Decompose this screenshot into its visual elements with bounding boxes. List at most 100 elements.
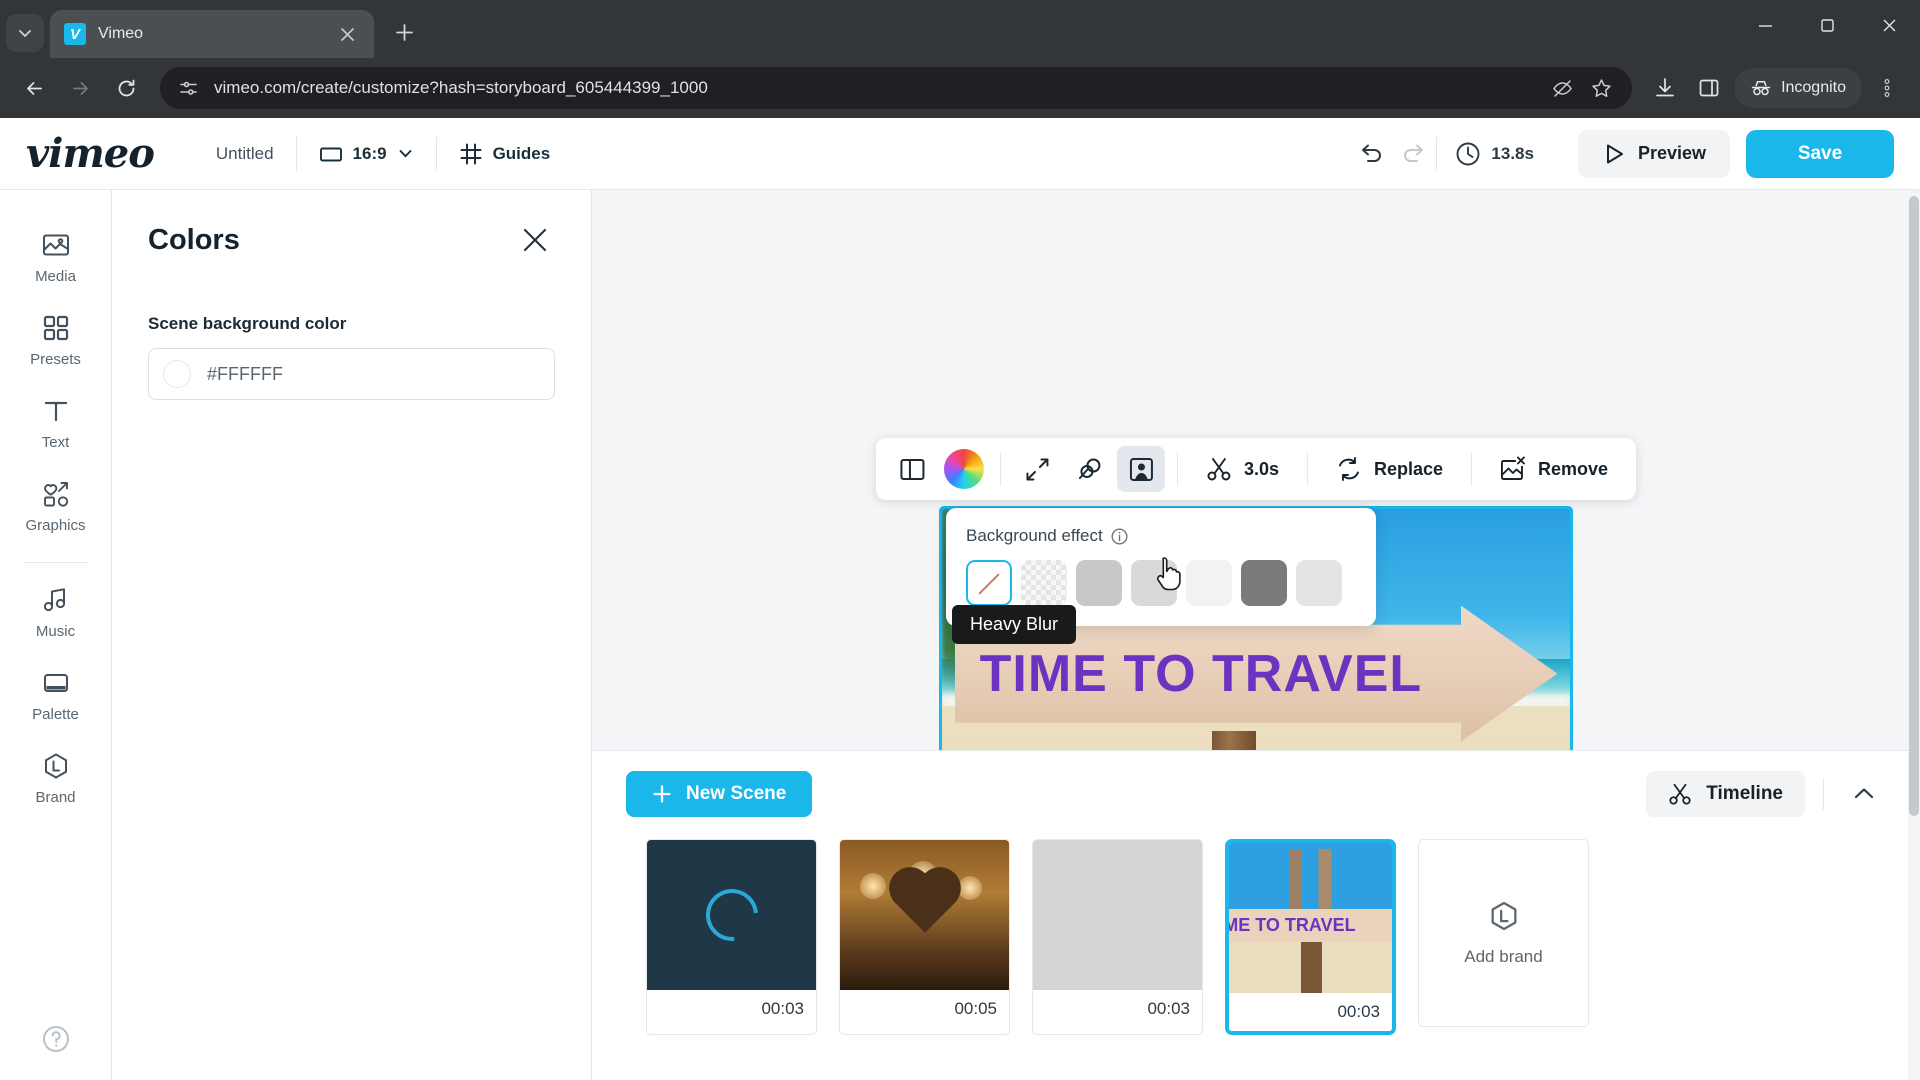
vimeo-logo[interactable]: vimeo: [26, 130, 155, 177]
sidebar-item-graphics[interactable]: Graphics: [0, 465, 111, 548]
mouse-cursor: [1155, 556, 1187, 599]
divider: [1471, 452, 1473, 486]
sidebar-item-music[interactable]: Music: [0, 571, 111, 654]
clock-icon: [1456, 142, 1480, 165]
sign-board: ME TO TRAVEL: [1229, 909, 1392, 942]
grid-icon: [43, 315, 68, 341]
add-brand-label: Add brand: [1464, 947, 1543, 966]
bg-swatch-light-gray[interactable]: [1296, 560, 1342, 606]
link-chain-icon[interactable]: [1065, 446, 1113, 492]
scene-thumbnail-2[interactable]: 00:05: [839, 839, 1010, 1035]
scene-thumbnail-4[interactable]: ME TO TRAVEL 00:03: [1225, 839, 1396, 1035]
remove-label: Remove: [1538, 458, 1609, 479]
help-button[interactable]: [0, 1024, 111, 1054]
timeline-button[interactable]: Timeline: [1646, 771, 1805, 817]
close-icon[interactable]: [515, 220, 555, 260]
browser-tab[interactable]: V Vimeo: [50, 10, 374, 58]
bg-swatch-light-blur[interactable]: [1076, 560, 1122, 606]
blank-thumbnail: [1033, 840, 1202, 990]
forward-icon[interactable]: [60, 68, 100, 108]
color-hex-value: #FFFFFF: [207, 363, 283, 384]
trim-button[interactable]: 3.0s: [1190, 446, 1295, 492]
address-bar[interactable]: vimeo.com/create/customize?hash=storyboa…: [160, 67, 1633, 109]
tab-strip: V Vimeo: [0, 0, 1920, 58]
background-effect-icon[interactable]: [1116, 446, 1165, 492]
image-icon: [42, 234, 69, 256]
music-note-icon: [43, 588, 65, 612]
page-scrollbar[interactable]: [1908, 190, 1920, 1080]
resize-diagonal-icon[interactable]: [1013, 446, 1061, 492]
new-scene-button[interactable]: New Scene: [626, 771, 813, 817]
panel-header: Colors: [148, 220, 555, 260]
timeline-label: Timeline: [1706, 783, 1783, 804]
tab-search-icon[interactable]: [6, 14, 44, 52]
concert-photo: [840, 840, 1009, 990]
incognito-indicator[interactable]: Incognito: [1734, 68, 1862, 108]
divider: [999, 452, 1001, 486]
site-settings-icon[interactable]: [174, 74, 202, 102]
guides-button[interactable]: Guides: [437, 133, 573, 175]
app-header: vimeo Untitled 16:9 Guides 13.8s Preview…: [0, 118, 1920, 190]
project-title[interactable]: Untitled: [194, 133, 296, 175]
bg-swatch-none[interactable]: [966, 560, 1012, 606]
duration-value: 13.8s: [1491, 143, 1534, 163]
browser-toolbar: vimeo.com/create/customize?hash=storyboa…: [0, 58, 1920, 118]
bg-swatch-white[interactable]: [1186, 560, 1232, 606]
save-button[interactable]: Save: [1746, 129, 1894, 178]
thumbnail-image: ME TO TRAVEL: [1229, 843, 1392, 993]
downloads-icon[interactable]: [1646, 69, 1684, 107]
bookmark-star-icon[interactable]: [1591, 78, 1612, 99]
sidebar-item-text[interactable]: Text: [0, 382, 111, 465]
info-circle-icon[interactable]: [1111, 527, 1128, 545]
scissors-icon: [1669, 783, 1691, 805]
preview-button[interactable]: Preview: [1577, 129, 1730, 178]
back-icon[interactable]: [14, 68, 54, 108]
sidebar-item-presets[interactable]: Presets: [0, 299, 111, 382]
sidebar-item-brand[interactable]: Brand: [0, 737, 111, 820]
scene-thumbnail-1[interactable]: 00:03: [646, 839, 817, 1035]
help-circle-icon: [42, 1026, 69, 1052]
scrollbar-thumb[interactable]: [1909, 196, 1919, 816]
window-close-icon[interactable]: [1858, 0, 1920, 50]
scene-duration: 00:03: [647, 990, 816, 1028]
color-wheel-icon[interactable]: [940, 446, 988, 492]
sidebar-item-label: Text: [41, 434, 70, 451]
scene-thumbnail-3[interactable]: 00:03: [1032, 839, 1203, 1035]
tab-close-icon[interactable]: [334, 21, 360, 47]
minimize-icon[interactable]: [1734, 0, 1796, 50]
new-tab-icon[interactable]: [384, 12, 424, 52]
collapse-timeline-button[interactable]: [1842, 772, 1886, 816]
bg-swatch-transparent[interactable]: [1021, 560, 1067, 606]
browser-window: V Vimeo vimeo.com/create/customize?hash=…: [0, 0, 1920, 1080]
bg-swatch-dark[interactable]: [1241, 560, 1287, 606]
scene-background-color-input[interactable]: #FFFFFF: [148, 348, 555, 400]
loading-state: [647, 840, 816, 990]
travel-photo: ME TO TRAVEL: [1229, 843, 1392, 993]
timeline-area: New Scene Timeline 00:03 00:05 00:03 ME …: [592, 750, 1920, 1080]
divider: [1823, 778, 1824, 810]
sidebar-item-media[interactable]: Media: [0, 216, 111, 299]
undo-button[interactable]: [1348, 132, 1392, 176]
tooltip: Heavy Blur: [952, 605, 1077, 644]
aspect-ratio-selector[interactable]: 16:9: [297, 133, 436, 175]
hide-password-icon[interactable]: [1552, 78, 1573, 99]
preview-label: Preview: [1637, 143, 1706, 163]
play-icon: [1606, 144, 1623, 163]
layout-split-icon[interactable]: [888, 446, 936, 492]
remove-button[interactable]: Remove: [1484, 446, 1624, 492]
preview-sign-text: TIME TO TRAVEL: [979, 644, 1423, 703]
panel-title: Colors: [148, 223, 240, 256]
three-dot-menu-icon[interactable]: [1868, 69, 1906, 107]
add-brand-card[interactable]: Add brand: [1418, 839, 1589, 1027]
scene-background-color-label: Scene background color: [148, 314, 347, 333]
side-panel-icon[interactable]: [1690, 69, 1728, 107]
redo-button[interactable]: [1392, 132, 1436, 176]
sidebar-item-palette[interactable]: Palette: [0, 654, 111, 737]
maximize-icon[interactable]: [1796, 0, 1858, 50]
divider: [22, 562, 89, 563]
thumbnail-image: [840, 840, 1009, 990]
replace-button[interactable]: Replace: [1320, 446, 1459, 492]
duration-indicator: 13.8s: [1437, 141, 1552, 167]
reload-icon[interactable]: [106, 68, 146, 108]
color-swatch[interactable]: [163, 360, 191, 388]
